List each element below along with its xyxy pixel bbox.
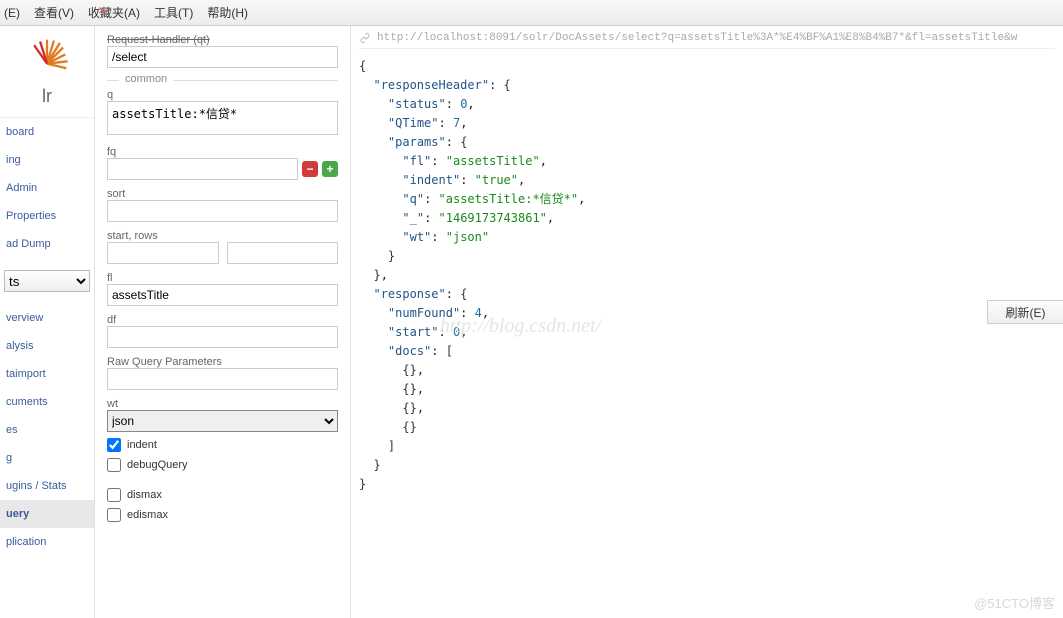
reqhandler-input[interactable] — [107, 46, 338, 68]
raw-input[interactable] — [107, 368, 338, 390]
remove-fq-icon[interactable]: − — [302, 161, 318, 177]
core-selector[interactable]: ts — [4, 270, 90, 292]
menu-item[interactable]: 帮助(H) — [207, 4, 248, 21]
nav-plugins[interactable]: ugins / Stats — [0, 472, 94, 500]
q-input[interactable]: assetsTitle:*信贷* — [107, 101, 338, 135]
menu-item[interactable]: 查看(V) — [34, 4, 74, 21]
sort-label: sort — [107, 188, 338, 200]
fl-input[interactable] — [107, 284, 338, 306]
link-icon — [359, 32, 371, 44]
nav-thread-dump[interactable]: ad Dump — [0, 230, 94, 258]
df-input[interactable] — [107, 326, 338, 348]
menu-item[interactable]: 工具(T) — [154, 4, 193, 21]
nav-query[interactable]: uery — [0, 500, 94, 528]
debug-checkbox[interactable] — [107, 458, 121, 472]
logo-text: lr — [42, 86, 52, 107]
fieldset-common: common — [119, 73, 173, 85]
menu-item[interactable]: 收藏夹(A) — [88, 4, 140, 21]
dismax-checkbox[interactable] — [107, 488, 121, 502]
tab-close-icon[interactable]: × — [98, 2, 112, 16]
edismax-label: edismax — [127, 509, 168, 521]
json-response: { "responseHeader": { "status": 0, "QTim… — [359, 57, 1055, 494]
raw-label: Raw Query Parameters — [107, 356, 338, 368]
wt-label: wt — [107, 398, 338, 410]
nav-dataimport[interactable]: taimport — [0, 360, 94, 388]
nav-dashboard[interactable]: board — [0, 118, 94, 146]
reqhandler-label: Request-Handler (qt) — [107, 34, 338, 46]
nav-files[interactable]: es — [0, 416, 94, 444]
nav-core-admin[interactable]: Admin — [0, 174, 94, 202]
sort-input[interactable] — [107, 200, 338, 222]
fl-label: fl — [107, 272, 338, 284]
dismax-label: dismax — [127, 489, 162, 501]
result-panel: http://localhost:8091/solr/DocAssets/sel… — [351, 26, 1063, 618]
refresh-button[interactable]: 刷新(E) — [987, 300, 1063, 324]
debug-label: debugQuery — [127, 459, 188, 471]
nav-documents[interactable]: cuments — [0, 388, 94, 416]
nav-ping[interactable]: g — [0, 444, 94, 472]
edismax-checkbox[interactable] — [107, 508, 121, 522]
logo-area: lr — [0, 26, 94, 118]
left-navigation: lr board ing Admin Properties ad Dump ts… — [0, 26, 95, 618]
start-rows-label: start, rows — [107, 230, 338, 242]
indent-checkbox[interactable] — [107, 438, 121, 452]
menu-item[interactable]: (E) — [4, 6, 20, 20]
df-label: df — [107, 314, 338, 326]
result-url-bar[interactable]: http://localhost:8091/solr/DocAssets/sel… — [359, 32, 1055, 49]
result-url-text: http://localhost:8091/solr/DocAssets/sel… — [377, 32, 1017, 44]
browser-menubar: (E) 查看(V) 收藏夹(A) 工具(T) 帮助(H) — [0, 0, 1063, 26]
rows-input[interactable] — [227, 242, 339, 264]
nav-analysis[interactable]: alysis — [0, 332, 94, 360]
nav-overview[interactable]: verview — [0, 304, 94, 332]
fq-label: fq — [107, 146, 338, 158]
query-form: Request-Handler (qt) common q assetsTitl… — [95, 26, 351, 618]
nav-replication[interactable]: plication — [0, 528, 94, 556]
indent-label: indent — [127, 439, 157, 451]
nav-logging[interactable]: ing — [0, 146, 94, 174]
add-fq-icon[interactable]: + — [322, 161, 338, 177]
solr-logo-icon — [24, 36, 70, 82]
nav-java-properties[interactable]: Properties — [0, 202, 94, 230]
wt-select[interactable]: json — [107, 410, 338, 432]
fq-input[interactable] — [107, 158, 298, 180]
start-input[interactable] — [107, 242, 219, 264]
q-label: q — [107, 89, 338, 101]
